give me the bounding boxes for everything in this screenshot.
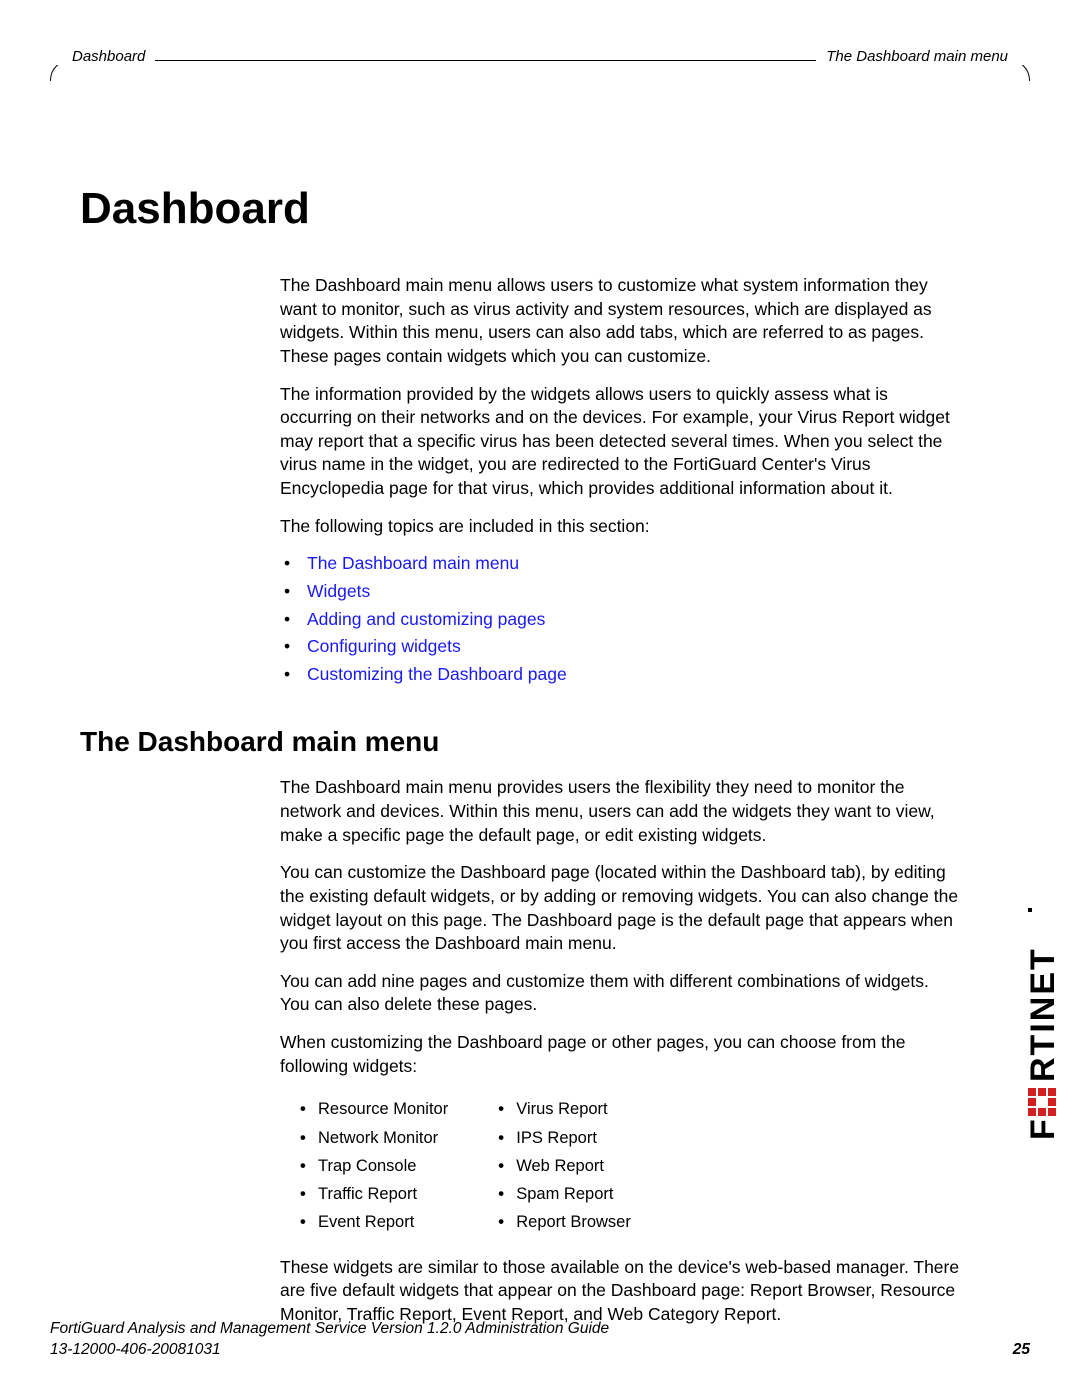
page-header: Dashboard The Dashboard main menu xyxy=(50,46,1030,74)
header-left-label: Dashboard xyxy=(50,48,155,65)
page-footer: FortiGuard Analysis and Management Servi… xyxy=(50,1319,1030,1361)
widget-item: Traffic Report xyxy=(300,1183,448,1205)
topic-list: The Dashboard main menu Widgets Adding a… xyxy=(280,552,960,686)
svg-text:F: F xyxy=(1024,1118,1062,1141)
section-body: The Dashboard main menu provides users t… xyxy=(280,776,960,1326)
widget-item: Trap Console xyxy=(300,1155,448,1177)
topic-link[interactable]: Customizing the Dashboard page xyxy=(280,663,960,687)
header-right-label: The Dashboard main menu xyxy=(816,48,1030,65)
svg-text:RTINET: RTINET xyxy=(1024,948,1062,1083)
intro-body: The Dashboard main menu allows users to … xyxy=(280,274,960,686)
section-paragraph: The Dashboard main menu provides users t… xyxy=(280,776,960,847)
widget-item: IPS Report xyxy=(498,1127,631,1149)
widget-columns: Resource Monitor Network Monitor Trap Co… xyxy=(300,1092,960,1239)
widget-item: Event Report xyxy=(300,1211,448,1233)
topic-link[interactable]: The Dashboard main menu xyxy=(280,552,960,576)
topic-link[interactable]: Configuring widgets xyxy=(280,635,960,659)
section-paragraph: You can add nine pages and customize the… xyxy=(280,970,960,1017)
chapter-title: Dashboard xyxy=(80,184,1030,234)
intro-paragraph-1: The Dashboard main menu allows users to … xyxy=(280,274,960,369)
section-paragraph: You can customize the Dashboard page (lo… xyxy=(280,861,960,956)
section-paragraph: When customizing the Dashboard page or o… xyxy=(280,1031,960,1078)
widget-item: Network Monitor xyxy=(300,1127,448,1149)
section-title: The Dashboard main menu xyxy=(80,726,1030,758)
page-number: 25 xyxy=(1013,1340,1030,1361)
intro-paragraph-2: The information provided by the widgets … xyxy=(280,383,960,501)
topic-link[interactable]: Widgets xyxy=(280,580,960,604)
footer-line-2: 13-12000-406-20081031 xyxy=(50,1340,1030,1361)
widget-item: Spam Report xyxy=(498,1183,631,1205)
widget-item: Report Browser xyxy=(498,1211,631,1233)
widget-col-1: Resource Monitor Network Monitor Trap Co… xyxy=(300,1092,448,1239)
intro-paragraph-3: The following topics are included in thi… xyxy=(280,515,960,539)
footer-line-1: FortiGuard Analysis and Management Servi… xyxy=(50,1319,1030,1340)
widget-item: Resource Monitor xyxy=(300,1098,448,1120)
widget-item: Virus Report xyxy=(498,1098,631,1120)
widget-item: Web Report xyxy=(498,1155,631,1177)
widget-col-2: Virus Report IPS Report Web Report Spam … xyxy=(498,1092,631,1239)
fortinet-logo: F RTINET xyxy=(1022,900,1062,1140)
document-page: Dashboard The Dashboard main menu Dashbo… xyxy=(0,0,1080,1400)
topic-link[interactable]: Adding and customizing pages xyxy=(280,608,960,632)
section-tail-paragraph: These widgets are similar to those avail… xyxy=(280,1256,960,1327)
